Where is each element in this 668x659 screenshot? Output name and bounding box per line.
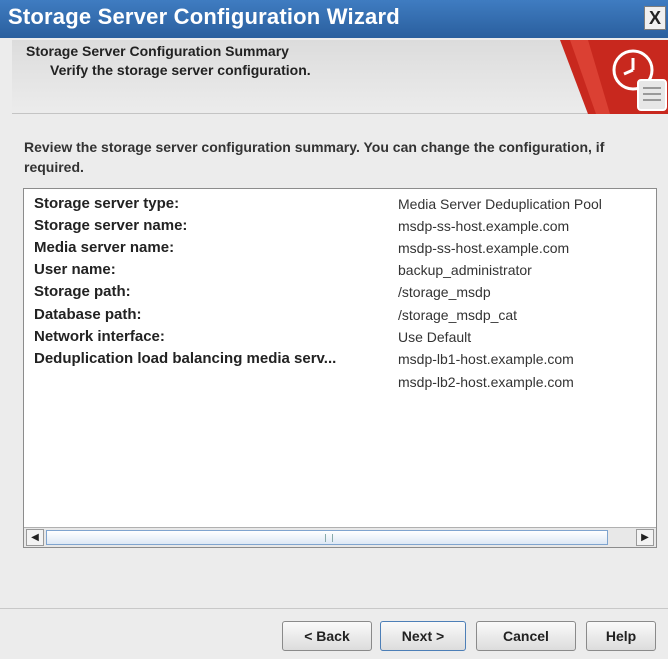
summary-value: msdp-ss-host.example.com: [398, 240, 570, 256]
clock-scroll-icon: [560, 40, 668, 114]
summary-value: /storage_msdp_cat: [398, 307, 518, 323]
summary-row: Database path: /storage_msdp_cat: [24, 303, 656, 325]
summary-row: User name: backup_administrator: [24, 258, 656, 280]
next-button[interactable]: Next >: [380, 621, 466, 651]
button-bar: < Back Next > Cancel Help: [0, 608, 668, 659]
summary-list[interactable]: Storage server type: Media Server Dedupl…: [23, 188, 657, 548]
summary-rows: Storage server type: Media Server Dedupl…: [24, 189, 656, 527]
cancel-button[interactable]: Cancel: [476, 621, 576, 651]
title-bar: Storage Server Configuration Wizard X: [0, 0, 668, 38]
grip-icon: [325, 534, 333, 542]
summary-row: Network interface: Use Default: [24, 325, 656, 347]
intro-text: Review the storage server configuration …: [24, 139, 605, 175]
summary-row: Storage server name: msdp-ss-host.exampl…: [24, 214, 656, 236]
back-button[interactable]: < Back: [282, 621, 372, 651]
summary-value: Use Default: [398, 329, 472, 345]
summary-label: Network interface:: [34, 328, 165, 345]
arrow-left-icon[interactable]: ◀: [26, 529, 44, 546]
summary-value: Media Server Deduplication Pool: [398, 196, 602, 212]
summary-value: backup_administrator: [398, 262, 532, 278]
summary-row: msdp-lb2-host.example.com: [24, 370, 656, 392]
summary-label: Storage server type:: [34, 195, 180, 212]
summary-label: Storage server name:: [34, 217, 188, 234]
horizontal-scrollbar[interactable]: ◀ ▶: [24, 527, 656, 547]
arrow-right-icon[interactable]: ▶: [636, 529, 654, 546]
summary-value: msdp-ss-host.example.com: [398, 218, 570, 234]
summary-row: Media server name: msdp-ss-host.example.…: [24, 236, 656, 258]
summary-label: Deduplication load balancing media serv.…: [34, 350, 337, 367]
summary-label: User name:: [34, 261, 116, 278]
header-subtitle: Verify the storage server configuration.: [50, 62, 311, 78]
window-title: Storage Server Configuration Wizard: [8, 4, 400, 29]
summary-label: Storage path:: [34, 283, 131, 300]
summary-row: Storage path: /storage_msdp: [24, 280, 656, 302]
summary-label: Database path:: [34, 306, 142, 323]
summary-value: msdp-lb2-host.example.com: [398, 374, 574, 390]
scrollbar-thumb[interactable]: [46, 530, 608, 545]
summary-row: Storage server type: Media Server Dedupl…: [24, 192, 656, 214]
help-button[interactable]: Help: [586, 621, 656, 651]
summary-value: /storage_msdp: [398, 284, 491, 300]
wizard-header: Storage Server Configuration Summary Ver…: [12, 40, 668, 114]
summary-label: Media server name:: [34, 239, 175, 256]
close-button[interactable]: X: [644, 6, 666, 30]
summary-value: msdp-lb1-host.example.com: [398, 351, 574, 367]
summary-row: Deduplication load balancing media serv.…: [24, 347, 656, 369]
header-title: Storage Server Configuration Summary: [26, 43, 289, 59]
